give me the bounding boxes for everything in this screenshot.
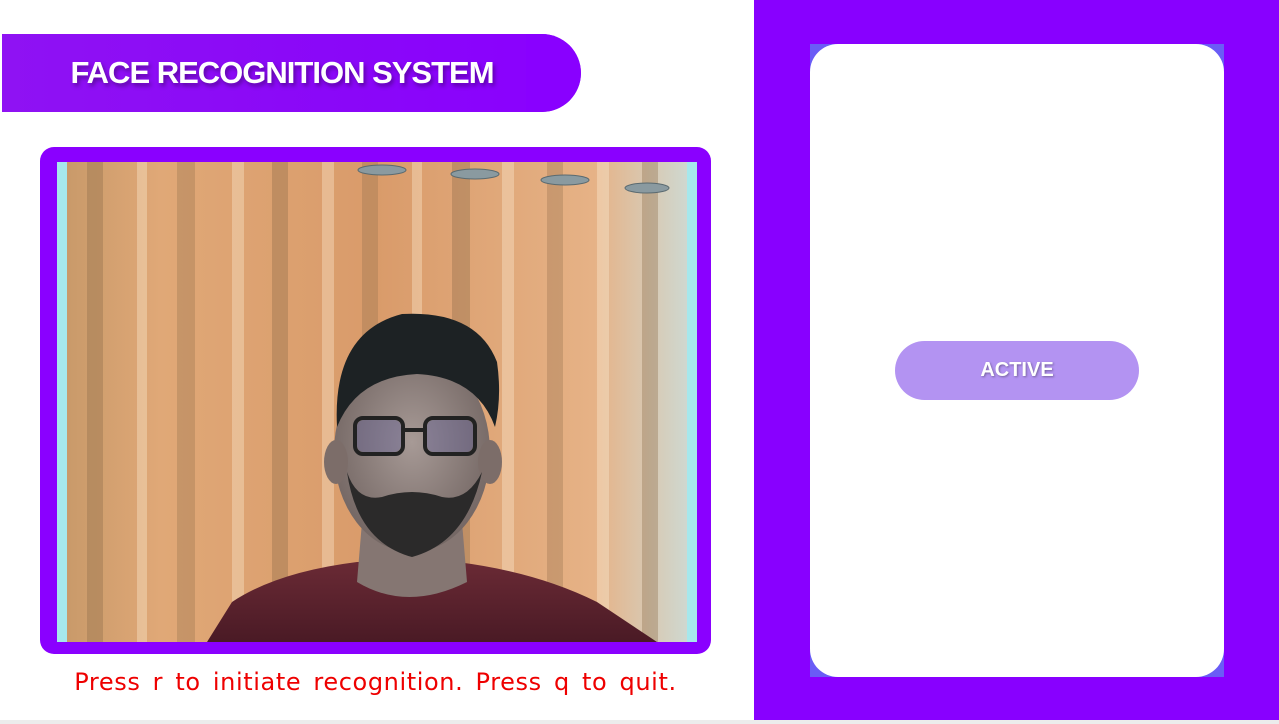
status-card: ACTIVE (810, 44, 1224, 677)
status-panel: ACTIVE (754, 0, 1279, 720)
camera-frame (40, 147, 711, 654)
camera-feed (57, 162, 697, 642)
camera-image (57, 162, 697, 642)
title-banner: FACE RECOGNITION SYSTEM (2, 34, 581, 112)
page-title: FACE RECOGNITION SYSTEM (70, 55, 494, 90)
app-window: FACE RECOGNITION SYSTEM Press r to initi… (0, 0, 1279, 720)
status-card-border: ACTIVE (810, 44, 1224, 677)
status-badge[interactable]: ACTIVE (895, 341, 1139, 400)
instructions-text: Press r to initiate recognition. Press q… (74, 668, 677, 696)
